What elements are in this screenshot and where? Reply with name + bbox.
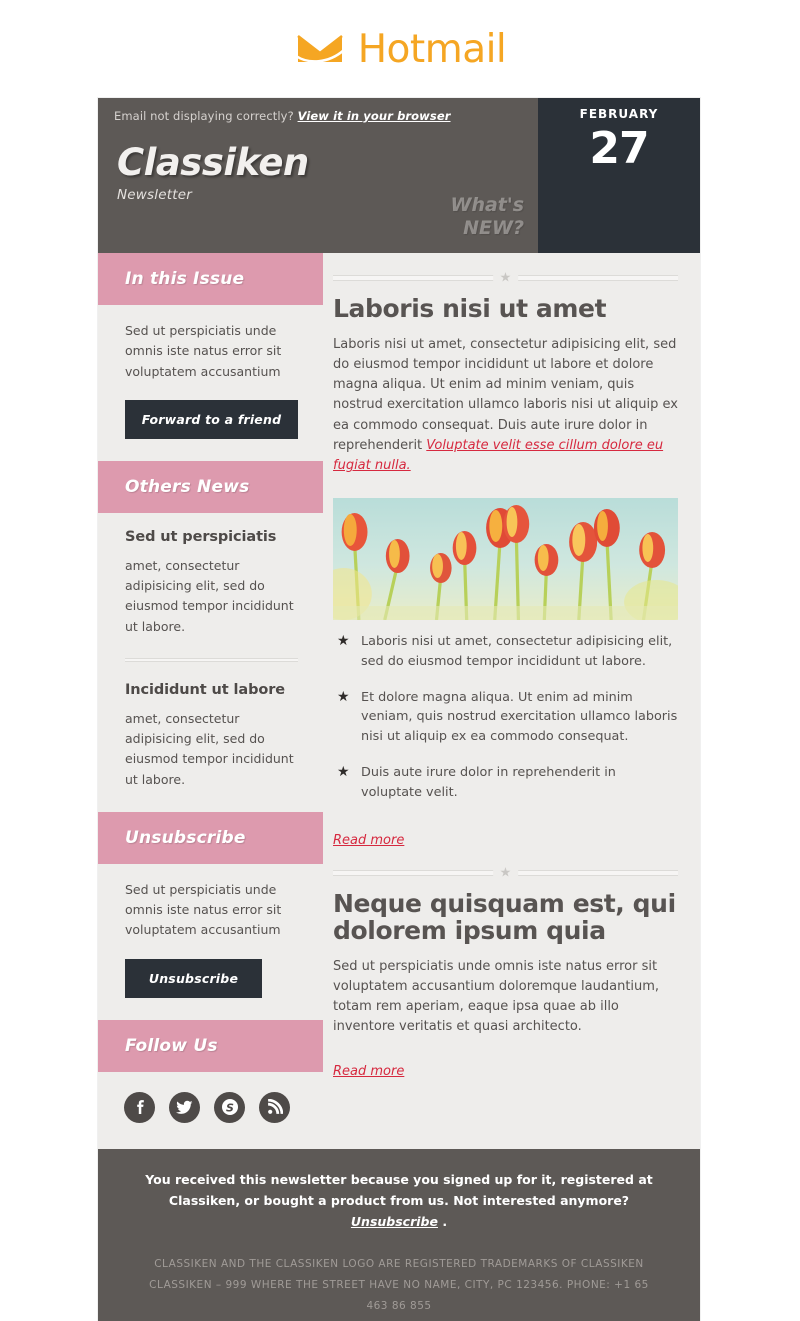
read-more-link[interactable]: Read more [333, 833, 404, 848]
in-this-issue-text: Sed ut perspiciatis unde omnis iste natu… [125, 321, 298, 382]
masthead-brand: Classiken Newsletter [117, 144, 309, 203]
hotmail-brand-bar: Hotmail [0, 0, 800, 98]
star-bullet-icon: ★ [337, 632, 350, 652]
date-day: 27 [538, 127, 700, 171]
article: ★ Laboris nisi ut amet Laboris nisi ut a… [333, 275, 678, 848]
hotmail-logo: Hotmail [294, 30, 507, 69]
star-bullet-icon: ★ [337, 763, 350, 783]
tagline-line-1: What's [450, 194, 524, 218]
footer-legal-line-1: CLASSIKEN AND THE CLASSIKEN LOGO ARE REG… [138, 1254, 660, 1275]
forward-to-a-friend-button[interactable]: Forward to a friend [125, 400, 298, 439]
date-month: FEBRUARY [538, 107, 700, 121]
svg-text:S: S [226, 1101, 234, 1114]
envelope-icon [294, 30, 346, 68]
tagline-line-2: NEW? [450, 217, 524, 241]
sidebar-section-in-this-issue: Sed ut perspiciatis unde omnis iste natu… [98, 305, 323, 461]
sidebar-heading-in-this-issue: In this Issue [98, 253, 323, 305]
unsubscribe-text: Sed ut perspiciatis unde omnis iste natu… [125, 880, 298, 941]
bullet-item: ★ Laboris nisi ut amet, consectetur adip… [333, 632, 678, 672]
footer-legal-line-2: CLASSIKEN – 999 WHERE THE STREET HAVE NO… [138, 1275, 660, 1317]
article-divider: ★ [333, 870, 678, 876]
footer-message-text: You received this newsletter because you… [145, 1172, 653, 1208]
unsubscribe-button[interactable]: Unsubscribe [125, 959, 262, 998]
preheader: Email not displaying correctly? View it … [98, 98, 538, 123]
article-bullet-list: ★ Laboris nisi ut amet, consectetur adip… [333, 632, 678, 803]
news-item-title: Sed ut perspiciatis [125, 529, 298, 545]
read-more-link[interactable]: Read more [333, 1064, 404, 1079]
bullet-item: ★ Et dolore magna aliqua. Ut enim ad min… [333, 688, 678, 747]
bullet-text: Laboris nisi ut amet, consectetur adipis… [361, 634, 672, 669]
bullet-text: Duis aute irure dolor in reprehenderit i… [361, 765, 616, 800]
star-icon: ★ [493, 866, 519, 879]
article-body: Sed ut perspiciatis unde omnis iste natu… [333, 957, 678, 1038]
view-in-browser-link[interactable]: View it in your browser [298, 109, 451, 123]
newsletter-footer: You received this newsletter because you… [98, 1149, 700, 1321]
bullet-text: Et dolore magna aliqua. Ut enim ad minim… [361, 690, 677, 745]
social-links: S [98, 1072, 323, 1149]
footer-legal: CLASSIKEN AND THE CLASSIKEN LOGO ARE REG… [138, 1254, 660, 1321]
newsletter-body: In this Issue Sed ut perspiciatis unde o… [98, 253, 700, 1149]
article-column: ★ Laboris nisi ut amet Laboris nisi ut a… [323, 253, 700, 1097]
sidebar: In this Issue Sed ut perspiciatis unde o… [98, 253, 323, 1149]
footer-message-suffix: . [438, 1214, 447, 1229]
sidebar-heading-unsubscribe: Unsubscribe [98, 812, 323, 864]
masthead-title: Classiken [117, 144, 309, 181]
facebook-icon[interactable] [124, 1092, 155, 1123]
sidebar-heading-others-news: Others News [98, 461, 323, 513]
sidebar-heading-follow-us: Follow Us [98, 1020, 323, 1072]
news-list-item: Incididunt ut labore amet, consectetur a… [125, 682, 298, 790]
sidebar-divider [125, 658, 298, 662]
sidebar-section-others-news: Sed ut perspiciatis amet, consectetur ad… [98, 513, 323, 812]
news-item-text: amet, consectetur adipisicing elit, sed … [125, 556, 298, 637]
skype-icon[interactable]: S [214, 1092, 245, 1123]
masthead-tagline: What's NEW? [450, 194, 524, 242]
sidebar-section-unsubscribe: Sed ut perspiciatis unde omnis iste natu… [98, 864, 323, 1020]
article-image [333, 498, 678, 620]
masthead-subtitle: Newsletter [117, 187, 309, 203]
masthead: Email not displaying correctly? View it … [98, 98, 538, 253]
article-title: Neque quisquam est, qui dolorem ipsum qu… [333, 890, 678, 944]
footer-unsubscribe-link[interactable]: Unsubscribe [351, 1214, 438, 1229]
news-list-item: Sed ut perspiciatis amet, consectetur ad… [125, 529, 298, 637]
article-body-text: Laboris nisi ut amet, consectetur adipis… [333, 337, 678, 453]
article: ★ Neque quisquam est, qui dolorem ipsum … [333, 870, 678, 1080]
hotmail-wordmark: Hotmail [358, 30, 507, 69]
date-panel: FEBRUARY 27 [538, 98, 700, 253]
bullet-item: ★ Duis aute irure dolor in reprehenderit… [333, 763, 678, 803]
newsletter-container: Email not displaying correctly? View it … [98, 98, 700, 1321]
rss-icon[interactable] [259, 1092, 290, 1123]
article-body: Laboris nisi ut amet, consectetur adipis… [333, 335, 678, 476]
article-divider: ★ [333, 275, 678, 281]
newsletter-header: Email not displaying correctly? View it … [98, 98, 700, 253]
news-item-text: amet, consectetur adipisicing elit, sed … [125, 709, 298, 790]
star-icon: ★ [493, 272, 519, 285]
article-title: Laboris nisi ut amet [333, 295, 678, 322]
news-item-title: Incididunt ut labore [125, 682, 298, 698]
footer-message: You received this newsletter because you… [138, 1169, 660, 1233]
preheader-text: Email not displaying correctly? [114, 109, 294, 123]
star-bullet-icon: ★ [337, 688, 350, 708]
twitter-icon[interactable] [169, 1092, 200, 1123]
